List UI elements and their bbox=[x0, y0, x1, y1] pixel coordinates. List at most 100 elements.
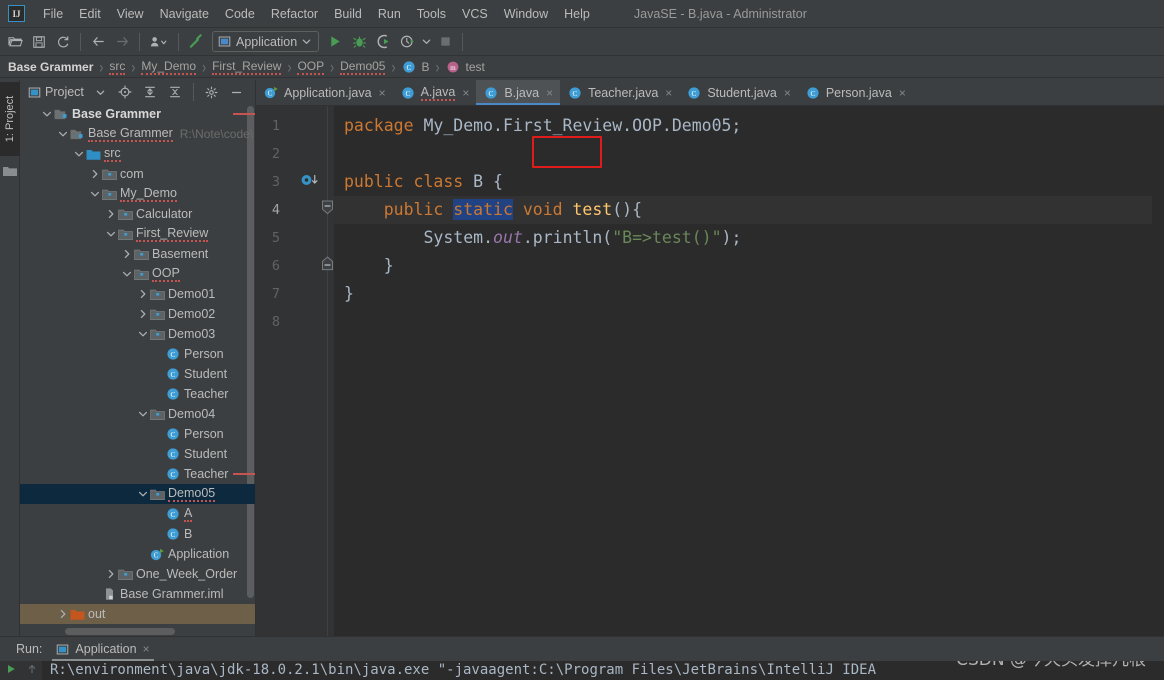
chevron-right-icon[interactable] bbox=[104, 564, 117, 584]
chevron-down-icon[interactable] bbox=[91, 83, 110, 102]
fold-end-icon[interactable] bbox=[321, 256, 334, 276]
editor-tab-a-java[interactable]: C A.java × bbox=[393, 80, 477, 105]
chevron-down-icon[interactable] bbox=[88, 184, 101, 204]
chevron-down-icon[interactable] bbox=[136, 324, 149, 344]
code-editor[interactable]: 1 2 3 4 5 6 7 8 package My_Demo.First_Review.OO… bbox=[256, 106, 1164, 636]
gutter-line[interactable]: 8 bbox=[256, 308, 334, 336]
gutter-line[interactable]: 4 bbox=[256, 196, 334, 224]
chevron-right-icon[interactable] bbox=[136, 284, 149, 304]
save-icon[interactable] bbox=[28, 31, 50, 53]
tree-item-a[interactable]: CA bbox=[20, 504, 255, 524]
tree-item-student[interactable]: C Student bbox=[20, 444, 255, 464]
breadcrumb-item-demo05[interactable]: Demo05 bbox=[338, 58, 387, 76]
tree-item-person[interactable]: C Person bbox=[20, 424, 255, 444]
gear-icon[interactable] bbox=[202, 83, 221, 102]
close-icon[interactable]: × bbox=[379, 87, 386, 99]
project-tree[interactable]: Base Grammer Base Grammer R:\Note\code\ src… bbox=[20, 104, 255, 636]
chevron-right-icon[interactable] bbox=[120, 244, 133, 264]
tree-item-base-grammer[interactable]: Base Grammer bbox=[20, 104, 255, 124]
up-arrow-icon[interactable] bbox=[26, 663, 38, 675]
chevron-right-icon[interactable] bbox=[56, 604, 69, 624]
menu-item-run[interactable]: Run bbox=[370, 4, 409, 24]
close-icon[interactable]: × bbox=[665, 87, 672, 99]
gutter-line[interactable]: 2 bbox=[256, 140, 334, 168]
breadcrumb-item-base-grammer[interactable]: Base Grammer bbox=[6, 59, 95, 75]
menu-item-code[interactable]: Code bbox=[217, 4, 263, 24]
code-line[interactable]: } bbox=[334, 252, 1152, 280]
console-output[interactable]: R:\environment\java\jdk-18.0.2.1\bin\jav… bbox=[0, 661, 1164, 680]
tree-item-base-grammer-iml[interactable]: Base Grammer.iml bbox=[20, 584, 255, 604]
editor-tab-application-java[interactable]: C Application.java × bbox=[256, 80, 393, 105]
tree-item-src[interactable]: src bbox=[20, 144, 255, 164]
tree-item-person[interactable]: C Person bbox=[20, 344, 255, 364]
chevron-down-icon[interactable] bbox=[120, 264, 133, 284]
close-icon[interactable]: × bbox=[546, 87, 553, 99]
tree-item-first-review[interactable]: First_Review bbox=[20, 224, 255, 244]
chevron-right-icon[interactable] bbox=[88, 164, 101, 184]
tree-item-demo05[interactable]: Demo05 bbox=[20, 484, 255, 504]
tree-item-b[interactable]: CB bbox=[20, 524, 255, 544]
tree-item-com[interactable]: com bbox=[20, 164, 255, 184]
fold-minus-icon[interactable] bbox=[321, 200, 334, 220]
tree-item-basement[interactable]: Basement bbox=[20, 244, 255, 264]
minimize-icon[interactable] bbox=[227, 83, 246, 102]
editor-gutter[interactable]: 1 2 3 4 5 6 7 8 bbox=[256, 106, 334, 636]
tree-item-teacher[interactable]: C Teacher bbox=[20, 464, 255, 484]
expand-all-icon[interactable] bbox=[141, 83, 160, 102]
gutter-line[interactable]: 6 bbox=[256, 252, 334, 280]
tree-item-one-week-order[interactable]: One_Week_Order bbox=[20, 564, 255, 584]
menu-item-tools[interactable]: Tools bbox=[409, 4, 454, 24]
close-icon[interactable]: × bbox=[462, 87, 469, 99]
tree-item-demo04[interactable]: Demo04 bbox=[20, 404, 255, 424]
chevron-down-icon[interactable] bbox=[56, 124, 69, 144]
tree-item-out[interactable]: out bbox=[20, 604, 255, 624]
tree-item-demo03[interactable]: Demo03 bbox=[20, 324, 255, 344]
run-configuration-selector[interactable]: Application bbox=[212, 31, 320, 52]
menu-item-window[interactable]: Window bbox=[496, 4, 556, 24]
chevron-down-icon[interactable] bbox=[104, 224, 117, 244]
tree-item-calculator[interactable]: Calculator bbox=[20, 204, 255, 224]
run-icon[interactable] bbox=[324, 31, 346, 53]
profile-icon[interactable] bbox=[146, 31, 172, 53]
back-arrow-icon[interactable] bbox=[87, 31, 109, 53]
breadcrumb-item-oop[interactable]: OOP bbox=[295, 58, 326, 76]
menu-item-view[interactable]: View bbox=[109, 4, 152, 24]
profiler-icon[interactable] bbox=[396, 31, 418, 53]
gutter-line[interactable]: 1 bbox=[256, 112, 334, 140]
locate-target-icon[interactable] bbox=[116, 83, 135, 102]
breadcrumb-item-my-demo[interactable]: My_Demo bbox=[139, 58, 198, 76]
run-class-gutter-icon[interactable] bbox=[301, 173, 323, 192]
menu-item-help[interactable]: Help bbox=[556, 4, 598, 24]
breadcrumb-item-b[interactable]: CB bbox=[399, 58, 431, 76]
close-icon[interactable]: × bbox=[784, 87, 791, 99]
gutter-line[interactable]: 5 bbox=[256, 224, 334, 252]
code-line[interactable]: public class B { bbox=[334, 168, 1152, 196]
collapse-all-icon[interactable] bbox=[166, 83, 185, 102]
close-icon[interactable]: × bbox=[899, 87, 906, 99]
editor-tab-student-java[interactable]: C Student.java × bbox=[679, 80, 798, 105]
forward-arrow-icon[interactable] bbox=[111, 31, 133, 53]
tree-item-teacher[interactable]: C Teacher bbox=[20, 384, 255, 404]
code-line[interactable] bbox=[334, 308, 1152, 336]
build-hammer-icon[interactable] bbox=[185, 31, 207, 53]
profiler-dropdown-icon[interactable] bbox=[420, 31, 432, 53]
close-icon[interactable]: × bbox=[143, 642, 150, 656]
debug-icon[interactable] bbox=[348, 31, 370, 53]
tree-item-student[interactable]: C Student bbox=[20, 364, 255, 384]
structure-strip-icon[interactable] bbox=[3, 164, 17, 176]
menu-item-navigate[interactable]: Navigate bbox=[152, 4, 217, 24]
sidebar-item-project-strip[interactable]: 1: Project bbox=[0, 82, 20, 156]
tree-item-base-grammer[interactable]: Base Grammer R:\Note\code\ bbox=[20, 124, 255, 144]
breadcrumb-item-test[interactable]: m test bbox=[443, 58, 486, 76]
tree-item-oop[interactable]: OOP bbox=[20, 264, 255, 284]
breadcrumb-item-src[interactable]: src bbox=[107, 58, 127, 76]
run-with-coverage-icon[interactable] bbox=[372, 31, 394, 53]
code-content[interactable]: package My_Demo.First_Review.OOP.Demo05;… bbox=[334, 106, 1152, 636]
open-folder-icon[interactable] bbox=[4, 31, 26, 53]
code-line[interactable]: System.out.println("B=>test()"); bbox=[334, 224, 1152, 252]
stop-icon[interactable] bbox=[434, 31, 456, 53]
tree-item-application[interactable]: C Application bbox=[20, 544, 255, 564]
menu-item-refactor[interactable]: Refactor bbox=[263, 4, 326, 24]
chevron-right-icon[interactable] bbox=[136, 304, 149, 324]
chevron-down-icon[interactable] bbox=[72, 144, 85, 164]
